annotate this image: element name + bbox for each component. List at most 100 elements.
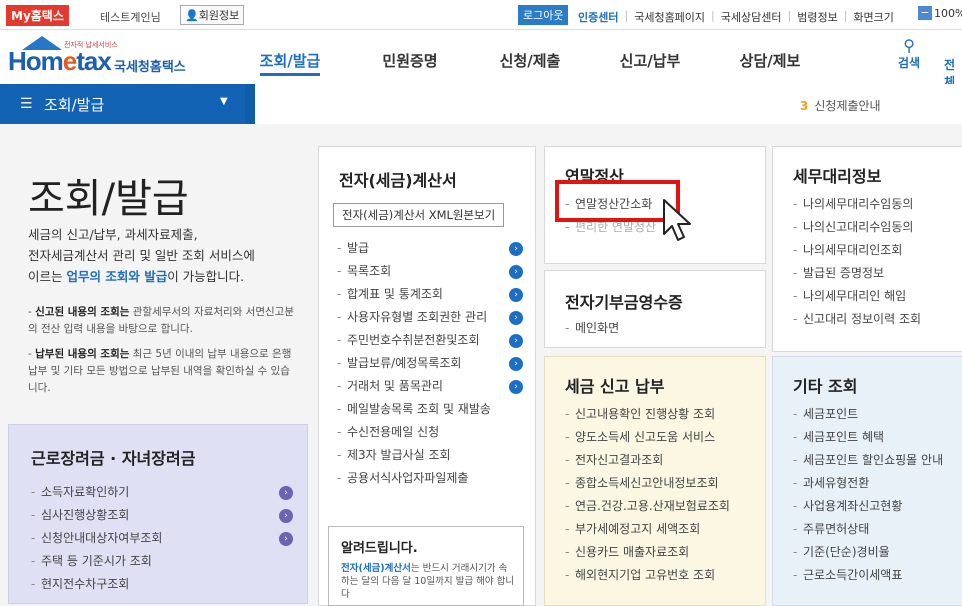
list-item[interactable]: 발급›: [337, 237, 523, 260]
list-item[interactable]: 전자신고결과조회: [565, 449, 753, 472]
notice-box: 알려드립니다. 전자(세금)계산서는 반드시 거래시기가 속하는 달의 다음 달…: [328, 526, 524, 606]
list-item[interactable]: 주택 등 기준시가 조회: [31, 550, 293, 573]
go-icon: ›: [509, 265, 523, 279]
top-links: 인증센터 | 국세청홈페이지 | 국세상담센터 | 범령정보 | 화면크기: [578, 9, 894, 25]
section-dropdown[interactable]: ☰ 조회/발급 ▼: [0, 84, 245, 124]
card-tax-return-title: 세금 신고 납부: [565, 377, 665, 396]
go-icon: ›: [279, 486, 293, 500]
go-icon: ›: [509, 334, 523, 348]
logo-wordmark: Hometax: [8, 46, 112, 76]
list-item[interactable]: 종합소득세신고안내정보조회: [565, 472, 753, 495]
page-description: 세금의 신고/납부, 과세자료제출, 전자세금계산서 관리 및 일반 조회 서비…: [28, 227, 255, 284]
list-item[interactable]: 사업용계좌신고현황: [793, 495, 962, 518]
go-icon: ›: [509, 242, 523, 256]
list-item[interactable]: 양도소득세 신고도움 서비스: [565, 426, 753, 449]
user-info-label: 회원정보: [198, 9, 240, 22]
card-tax-agent-title: 세무대리정보: [793, 167, 882, 186]
card-other-inquiry: 기타 조회 세금포인트 세금포인트 혜택 세금포인트 할인쇼핑몰 안내 과세유형…: [772, 356, 962, 606]
list-item[interactable]: 세금포인트: [793, 403, 962, 426]
link-cert-center[interactable]: 인증센터: [578, 9, 618, 25]
list-item[interactable]: 부가세예정고지 세액조회: [565, 518, 753, 541]
go-icon: ›: [279, 532, 293, 546]
list-item[interactable]: 소득자료확인하기›: [31, 481, 293, 504]
notice-text: 전자(세금)계산서는 반드시 거래시기가 속하는 달의 다음 달 10일까지 발…: [341, 563, 515, 600]
list-item[interactable]: 신청안내대상자여부조회›: [31, 527, 293, 550]
user-info-button[interactable]: 👤회원정보: [180, 5, 245, 25]
list-item[interactable]: 주류면허상태: [793, 518, 962, 541]
list-item[interactable]: 심사진행상황조회›: [31, 504, 293, 527]
link-law-info[interactable]: 범령정보: [797, 9, 837, 25]
page-title: 조회/발급: [28, 176, 189, 222]
list-item[interactable]: 해외현지기업 고유번호 조회: [565, 564, 753, 587]
card-tax-return: 세금 신고 납부 신고내용확인 진행상황 조회 양도소득세 신고도움 서비스 전…: [544, 356, 766, 606]
xml-view-button[interactable]: 전자(세금)계산서 XML원본보기: [333, 203, 505, 227]
link-screen-size[interactable]: 화면크기: [853, 9, 893, 25]
list-item[interactable]: 신용카드 매출자료조회: [565, 541, 753, 564]
logout-button[interactable]: 로그아웃: [518, 5, 569, 25]
list-item[interactable]: 연금.건강.고용.산재보험료조회: [565, 495, 753, 518]
go-icon: ›: [509, 288, 523, 302]
link-nts-home[interactable]: 국세청홈페이지: [634, 9, 705, 25]
list-item[interactable]: 거래처 및 품목관리›: [337, 375, 523, 398]
list-item[interactable]: 나의신고대리수임동의: [793, 216, 962, 239]
main-content: 조회/발급 세금의 신고/납부, 과세자료제출, 전자세금계산서 관리 및 일반…: [0, 124, 962, 606]
nav-inquiry-issue[interactable]: 조회/발급: [230, 50, 350, 76]
logo-subtitle: 국세청홈택스: [114, 60, 186, 75]
apply-guide-link[interactable]: 3 신청제출안내: [800, 97, 881, 114]
list-item[interactable]: 세금포인트 혜택: [793, 426, 962, 449]
person-icon: 👤: [185, 9, 199, 22]
list-item[interactable]: 주민번호수취분전환및조회›: [337, 329, 523, 352]
list-item[interactable]: 공용서식사업자파일제출: [337, 467, 523, 490]
list-item[interactable]: 현지전수차구조회: [31, 573, 293, 596]
nav-apply-submit[interactable]: 신청/제출: [470, 50, 590, 71]
list-item[interactable]: 발급된 증명정보: [793, 262, 962, 285]
note-inquiry: - 신고된 내용의 조회는 관할세무서의 자료처리와 서면신고분의 전산 입력 …: [28, 306, 294, 335]
list-item[interactable]: 합계표 및 통계조회›: [337, 283, 523, 306]
card-other-inquiry-title: 기타 조회: [793, 377, 858, 396]
list-item[interactable]: 메인화면: [565, 317, 753, 340]
list-item[interactable]: 나의세무대리인 해임: [793, 285, 962, 308]
hometax-logo[interactable]: 전자적 납세서비스 Hometax 국세청홈택스: [8, 36, 198, 78]
card-donation-title: 전자기부금영수증: [565, 293, 683, 312]
notice-label: 신청제출안내: [814, 99, 881, 113]
list-item[interactable]: 과세유형전환: [793, 472, 962, 495]
sub-menu-bar: ☰ 조회/발급 ▼ 3 신청제출안내: [0, 84, 962, 124]
list-item[interactable]: 신고대리 정보이력 조회: [793, 308, 962, 331]
nav-report-pay[interactable]: 신고/납부: [590, 50, 710, 71]
list-item[interactable]: 수신전용메일 신청: [337, 421, 523, 444]
card-incentive-title: 근로장려금 · 자녀장려금: [31, 449, 196, 468]
search-button[interactable]: ⚲ 검색: [898, 38, 920, 71]
link-consult-center[interactable]: 국세상담센터: [721, 9, 782, 25]
myhome-button[interactable]: My홈택스: [6, 5, 69, 26]
list-item[interactable]: 근로소득간이세액표: [793, 564, 962, 587]
search-icon: ⚲: [903, 36, 915, 55]
notice-number: 3: [800, 99, 809, 113]
list-item[interactable]: 제3자 발급사실 조회: [337, 444, 523, 467]
go-icon: ›: [509, 357, 523, 371]
zoom-control: − 100%: [918, 6, 962, 20]
list-item[interactable]: 신고내용확인 진행상황 조회: [565, 403, 753, 426]
list-item[interactable]: 세금포인트 할인쇼핑몰 안내: [793, 449, 962, 472]
list-item[interactable]: 기준(단순)경비율: [793, 541, 962, 564]
card-incentive: 근로장려금 · 자녀장려금 소득자료확인하기› 심사진행상황조회› 신청안내대상…: [8, 424, 308, 604]
notice-title: 알려드립니다.: [341, 541, 418, 556]
mouse-pointer-icon: [663, 199, 691, 241]
section-title: 조회/발급: [44, 96, 105, 114]
list-item[interactable]: 목록조회›: [337, 260, 523, 283]
zoom-out-button[interactable]: −: [918, 6, 932, 20]
nav-consult-report[interactable]: 상담/제보: [710, 50, 830, 71]
list-item[interactable]: 발급보류/예정목록조회›: [337, 352, 523, 375]
hamburger-icon: ☰: [20, 96, 33, 112]
search-label: 검색: [898, 56, 921, 70]
card-tax-agent: 세무대리정보 나의세무대리수임동의 나의신고대리수임동의 나의세무대리인조회 발…: [772, 146, 962, 352]
list-item[interactable]: 메일발송목록 조회 및 재발송: [337, 398, 523, 421]
main-header: 전자적 납세서비스 Hometax 국세청홈택스 조회/발급 민원증명 신청/제…: [0, 30, 962, 89]
list-item[interactable]: 사용자유형별 조회권한 관리›: [337, 306, 523, 329]
caret-down-icon: ▼: [220, 96, 228, 107]
go-icon: ›: [279, 509, 293, 523]
list-item[interactable]: 나의세무대리수임동의: [793, 193, 962, 216]
list-item[interactable]: 나의세무대리인조회: [793, 239, 962, 262]
card-donation: 전자기부금영수증 메인화면: [544, 270, 766, 348]
nav-civil-cert[interactable]: 민원증명: [350, 50, 470, 71]
top-utility-bar: My홈택스 테스트계인님 👤회원정보 로그아웃 인증센터 | 국세청홈페이지 | 국…: [0, 0, 962, 30]
